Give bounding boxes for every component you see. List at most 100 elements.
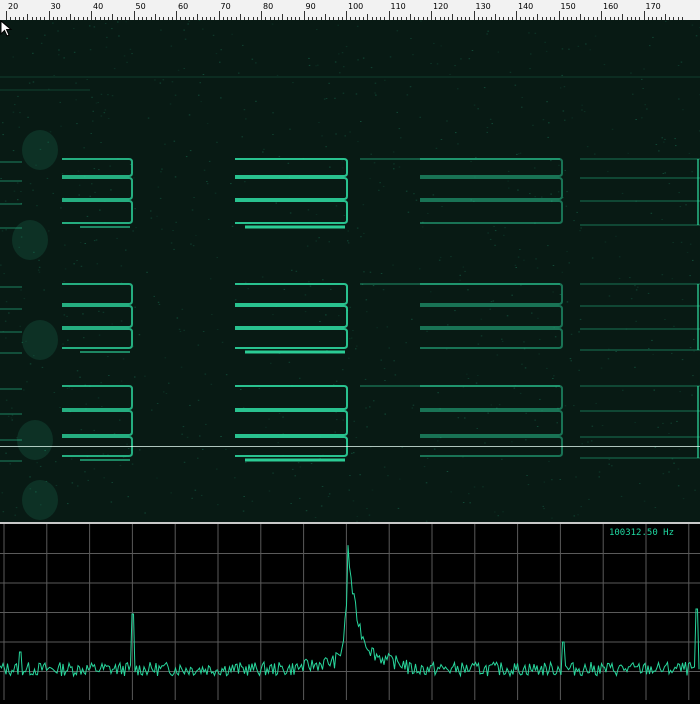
noise-speck xyxy=(348,242,350,243)
noise-speck xyxy=(436,148,438,149)
noise-speck xyxy=(94,168,96,169)
frequency-ruler[interactable]: 2030405060708090100110120130140150160170 xyxy=(0,0,700,21)
noise-speck xyxy=(17,199,19,200)
noise-speck xyxy=(498,515,500,516)
noise-speck xyxy=(71,389,73,390)
noise-speck xyxy=(235,299,237,300)
noise-speck xyxy=(151,410,153,411)
noise-blob xyxy=(22,320,58,360)
noise-speck xyxy=(379,182,381,183)
noise-speck xyxy=(543,119,545,120)
noise-speck xyxy=(692,25,694,26)
noise-speck xyxy=(97,263,99,264)
noise-speck xyxy=(175,222,177,223)
noise-speck xyxy=(413,193,415,194)
noise-speck xyxy=(165,357,167,358)
noise-speck xyxy=(641,79,643,80)
noise-speck xyxy=(112,95,114,96)
noise-speck xyxy=(216,142,218,143)
noise-speck xyxy=(357,516,359,517)
noise-speck xyxy=(514,388,516,389)
noise-speck xyxy=(393,168,395,169)
noise-speck xyxy=(553,265,555,266)
waterfall-display[interactable] xyxy=(0,20,700,522)
noise-speck xyxy=(412,408,414,409)
noise-speck xyxy=(447,471,449,472)
noise-speck xyxy=(525,367,527,368)
noise-speck xyxy=(24,298,26,299)
noise-speck xyxy=(78,195,80,196)
ruler-tick xyxy=(134,11,135,20)
noise-speck xyxy=(78,171,80,172)
noise-speck xyxy=(146,272,148,273)
noise-speck xyxy=(336,419,338,420)
noise-speck xyxy=(318,237,320,238)
noise-speck xyxy=(499,404,501,405)
noise-speck xyxy=(370,447,372,448)
noise-speck xyxy=(172,230,174,231)
noise-speck xyxy=(356,437,358,438)
noise-speck xyxy=(0,265,2,266)
noise-speck xyxy=(682,109,684,110)
noise-speck xyxy=(474,487,476,488)
noise-speck xyxy=(587,442,589,443)
noise-speck xyxy=(255,62,257,63)
noise-speck xyxy=(516,154,518,155)
noise-speck xyxy=(2,492,3,493)
spectrum-display[interactable]: 100312.50 Hz xyxy=(0,524,700,700)
noise-speck xyxy=(350,307,352,308)
noise-speck xyxy=(662,423,664,424)
noise-speck xyxy=(691,171,693,172)
noise-speck xyxy=(349,132,351,133)
noise-speck xyxy=(529,193,531,194)
noise-speck xyxy=(486,34,488,35)
noise-speck xyxy=(375,95,377,96)
noise-speck xyxy=(5,229,7,230)
noise-speck xyxy=(450,491,452,492)
noise-speck xyxy=(60,207,62,208)
noise-speck xyxy=(537,318,539,319)
noise-speck xyxy=(209,161,211,162)
mouse-pointer-icon xyxy=(0,20,14,38)
noise-speck xyxy=(370,272,372,273)
noise-speck xyxy=(458,417,460,418)
noise-speck xyxy=(117,22,119,23)
noise-speck xyxy=(60,102,62,103)
noise-speck xyxy=(539,339,541,340)
noise-speck xyxy=(580,319,582,320)
noise-speck xyxy=(519,249,521,250)
noise-speck xyxy=(255,101,257,102)
noise-speck xyxy=(482,486,484,487)
noise-speck xyxy=(190,244,192,245)
noise-speck xyxy=(114,68,116,69)
noise-speck xyxy=(171,46,173,47)
noise-speck xyxy=(399,479,401,480)
noise-speck xyxy=(135,227,137,228)
noise-speck xyxy=(420,21,422,22)
noise-speck xyxy=(487,127,489,128)
noise-speck xyxy=(82,313,84,314)
noise-speck xyxy=(602,425,604,426)
noise-speck xyxy=(365,408,367,409)
noise-speck xyxy=(511,441,512,442)
noise-speck xyxy=(309,65,311,66)
noise-speck xyxy=(105,23,107,24)
noise-speck xyxy=(288,163,290,164)
noise-speck xyxy=(324,99,326,100)
noise-speck xyxy=(491,404,493,405)
noise-speck xyxy=(530,54,532,55)
noise-speck xyxy=(487,31,489,32)
noise-speck xyxy=(13,57,15,58)
ruler-label: 40 xyxy=(93,2,103,11)
noise-speck xyxy=(343,66,345,67)
noise-speck xyxy=(170,492,172,493)
noise-speck xyxy=(343,302,345,303)
noise-speck xyxy=(348,231,350,232)
noise-speck xyxy=(607,171,609,172)
noise-speck xyxy=(366,299,368,300)
noise-speck xyxy=(41,43,43,44)
noise-speck xyxy=(455,132,457,133)
noise-speck xyxy=(588,499,590,500)
noise-speck xyxy=(48,230,50,231)
noise-speck xyxy=(484,87,486,88)
